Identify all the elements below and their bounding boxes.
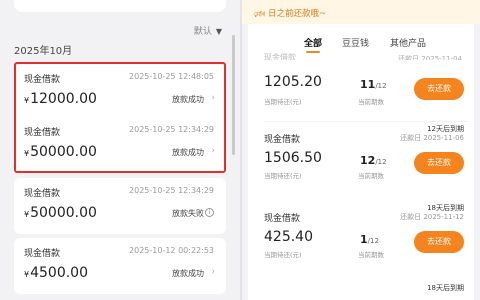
due-info: 18天后到期 [427,284,464,293]
record-title: 现金借款 [24,75,61,85]
record-title: 现金借款 [24,249,61,259]
due-date: 还款日 2025-11-12 [400,213,464,221]
record-status: 放款成功 [172,95,204,104]
previous-card-edge [14,0,226,12]
loan-title: 现金借款 [264,135,301,145]
period-current: 1 [360,233,368,246]
period-count: 1/12 [360,233,379,246]
chevron-right-icon: › [211,146,215,156]
record-time: 2025-10-25 12:34:29 [129,186,214,195]
record-time: 2025-10-25 12:48:05 [129,72,214,81]
currency-symbol: ¥ [24,149,30,158]
period-count: 12/12 [360,154,387,167]
due-amount-label: 当期待还(元) [264,251,302,259]
loan-title: 现金借款 [264,214,301,224]
tab-all[interactable]: 全部 [304,36,322,49]
due-date: 还款日 2025-11-06 [400,134,464,142]
loan-card[interactable]: 现金借款 18天后到期 还款日 2025-11-12 425.40 当期待还(元)… [248,201,474,265]
repay-button[interactable]: 去还款 [414,78,464,100]
days-to-due: 18天后到期 [427,204,464,212]
loan-records-panel: 默认 ▼ 2025年10月 现金借款 2025-10-25 12:48:05 ¥1… [0,0,240,300]
record-amount-value: 12000.00 [30,91,97,107]
record-amount-value: 50000.00 [30,144,97,160]
record-amount: ¥50000.00 [24,205,97,221]
period-label: 当前期数 [358,172,384,180]
loan-record[interactable]: 现金借款 2025-10-25 12:48:05 ¥12000.00 放款成功 … [14,64,226,120]
info-icon[interactable]: i [205,208,214,217]
record-title: 现金借款 [24,128,61,138]
record-amount: ¥12000.00 [24,91,97,107]
record-time: 2025-10-25 12:34:29 [129,125,214,134]
loan-card[interactable]: 现金借款 12天后到期 还款日 2025-11-06 1506.50 当期待还(元… [248,122,474,186]
repay-button[interactable]: 去还款 [414,152,464,174]
due-info: 18天后到期 还款日 2025-11-12 [400,204,464,222]
period-total: /12 [375,158,387,166]
due-amount: 1506.50 [264,150,322,166]
record-status: 放款失败 [172,209,204,218]
screen: 默认 ▼ 2025年10月 现金借款 2025-10-25 12:48:05 ¥1… [0,0,480,300]
tab-doudouqian[interactable]: 豆豆钱 [342,36,369,49]
period-total: /12 [375,82,387,90]
loan-card-partial[interactable]: 18天后到期 [248,281,474,300]
due-amount: 1205.20 [264,74,322,90]
period-total: /12 [367,237,379,245]
loan-record[interactable]: 现金借款 2025-10-25 12:34:29 ¥50000.00 放款失败 … [14,178,226,234]
month-header: 2025年10月 [14,46,73,57]
loan-record[interactable]: 现金借款 2025-10-25 12:34:29 ¥50000.00 放款成功 … [14,117,226,173]
repayment-panel: 🕬 日之前还款哦~ 全部 豆豆钱 其他产品 现金借款 还款日 2025-11-0… [242,0,480,300]
caret-down-icon: ▼ [215,27,222,36]
notice-bar: 🕬 日之前还款哦~ [242,0,480,24]
record-title: 现金借款 [24,189,61,199]
period-count: 11/12 [360,78,387,91]
speaker-icon: 🕬 [254,10,266,20]
currency-symbol: ¥ [24,96,30,105]
period-label: 当前期数 [358,251,384,259]
repay-button[interactable]: 去还款 [414,231,464,253]
record-time: 2025-10-12 00:22:53 [129,246,214,255]
due-amount-label: 当期待还(元) [264,98,302,106]
chevron-right-icon: › [211,267,215,277]
scrollbar[interactable] [232,35,235,155]
record-amount-value: 4500.00 [30,265,88,281]
record-amount: ¥50000.00 [24,144,97,160]
currency-symbol: ¥ [24,270,30,279]
period-current: 11 [360,78,376,91]
sort-dropdown[interactable]: 默认 ▼ [194,24,222,37]
days-to-due: 12天后到期 [427,125,464,133]
loan-card[interactable]: 1205.20 当期待还(元) 11/12 当前期数 去还款 [248,60,474,120]
due-amount-label: 当期待还(元) [264,172,302,180]
chevron-right-icon: › [211,93,215,103]
period-label: 当前期数 [358,98,384,106]
active-tab-indicator [306,51,320,53]
period-current: 12 [360,154,376,167]
sort-label: 默认 [193,27,212,37]
record-status: 放款成功 [172,269,204,278]
due-info: 12天后到期 还款日 2025-11-06 [400,125,464,143]
days-to-due: 18天后到期 [427,284,464,292]
currency-symbol: ¥ [24,210,30,219]
tab-other-products[interactable]: 其他产品 [390,36,426,49]
notice-text: 日之前还款哦~ [268,9,327,19]
product-tabs: 全部 豆豆钱 其他产品 [248,32,474,53]
loan-record[interactable]: 现金借款 2025-10-12 00:22:53 ¥4500.00 放款成功 › [14,238,226,294]
record-amount: ¥4500.00 [24,265,88,281]
record-amount-value: 50000.00 [30,205,97,221]
due-amount: 425.40 [264,229,313,245]
record-status: 放款成功 [172,148,204,157]
